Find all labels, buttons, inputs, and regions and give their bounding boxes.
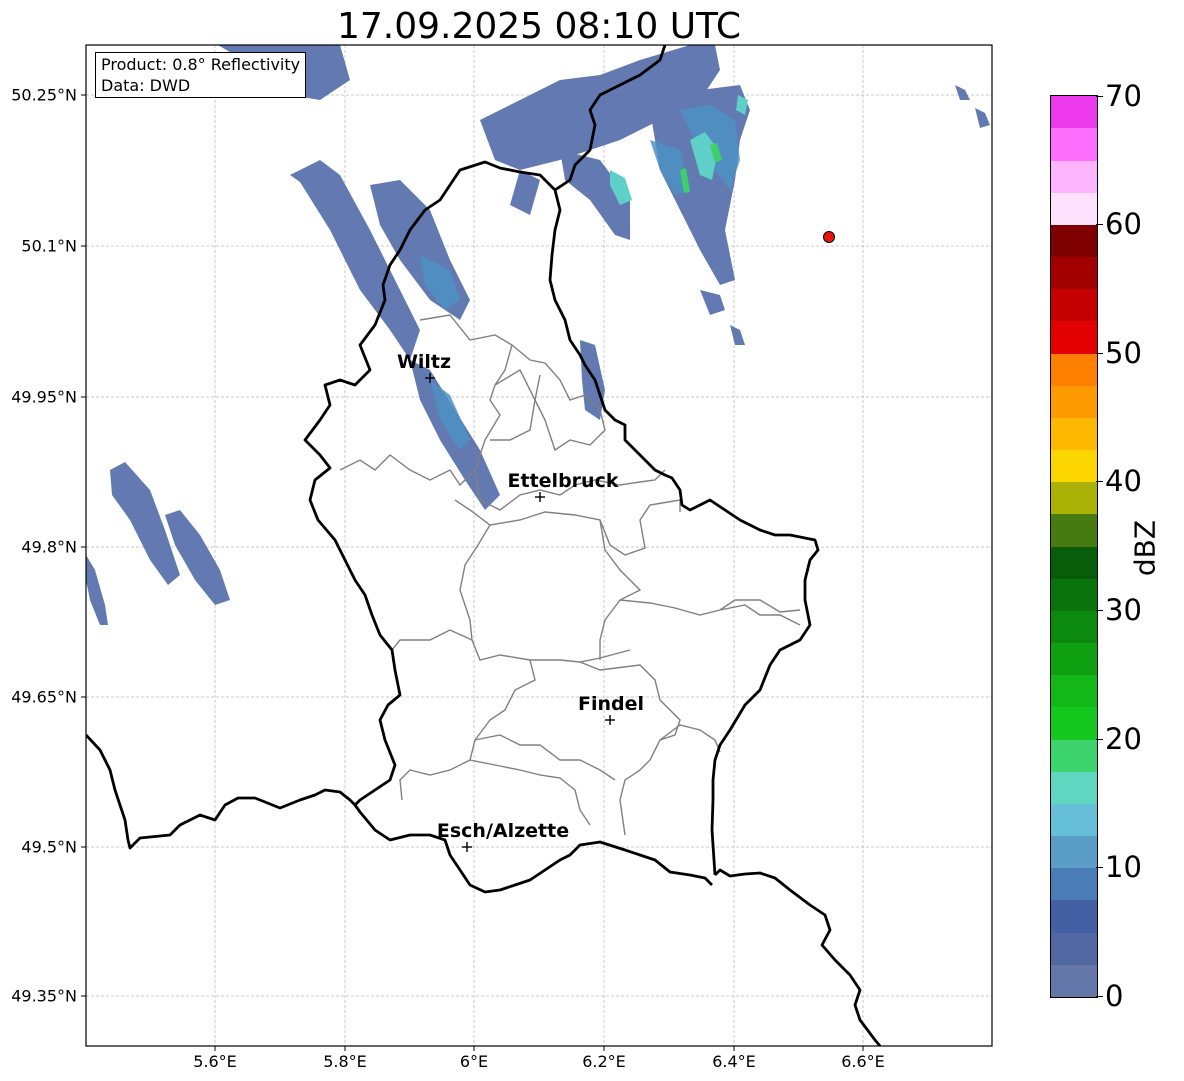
colorbar-segment xyxy=(1051,353,1097,386)
colorbar-segment xyxy=(1051,771,1097,804)
colorbar-segment xyxy=(1051,610,1097,644)
x-tick-label: 6.2°E xyxy=(582,1052,626,1071)
colorbar-segment xyxy=(1051,321,1097,354)
colorbar-tick-label: 30 xyxy=(1105,593,1142,627)
colorbar-tick-label: 50 xyxy=(1105,336,1142,370)
colorbar-segment xyxy=(1051,192,1097,225)
colorbar xyxy=(1050,95,1098,998)
y-tick-label: 50.1°N xyxy=(21,236,77,256)
y-tick-label: 50.25°N xyxy=(11,85,77,105)
colorbar-tick-label: 70 xyxy=(1105,79,1142,113)
colorbar-segment xyxy=(1051,803,1097,837)
city-label-findel: Findel xyxy=(577,693,645,715)
colorbar-segment xyxy=(1051,707,1097,740)
colorbar-segment xyxy=(1051,900,1097,933)
colorbar-tick-label: 0 xyxy=(1105,979,1124,1013)
x-tick-label: 5.6°E xyxy=(193,1052,237,1071)
y-tick-label: 49.35°N xyxy=(11,986,77,1006)
city-label-wiltz: Wiltz xyxy=(396,351,452,373)
colorbar-segment xyxy=(1051,385,1097,418)
data-source-label: Data: DWD xyxy=(101,76,191,95)
colorbar-segment xyxy=(1051,514,1097,547)
colorbar-segment xyxy=(1051,578,1097,611)
x-tick-label: 5.8°E xyxy=(323,1052,367,1071)
colorbar-segment xyxy=(1051,964,1097,997)
product-label: Product: 0.8° Reflectivity xyxy=(101,55,301,74)
radar-echoes xyxy=(86,45,990,625)
y-tick-label: 49.5°N xyxy=(21,837,77,857)
colorbar-segment xyxy=(1051,546,1097,579)
colorbar-segment xyxy=(1051,482,1097,515)
colorbar-tick-label: 40 xyxy=(1105,464,1142,498)
y-tick-label: 49.95°N xyxy=(11,387,77,407)
city-label-ettelbruck: Ettelbruck xyxy=(507,470,619,492)
radar-map xyxy=(81,44,993,1051)
colorbar-label: dBZ xyxy=(1128,519,1162,577)
colorbar-segment xyxy=(1051,739,1097,772)
radar-site-marker xyxy=(823,231,835,243)
colorbar-segment xyxy=(1051,289,1097,322)
colorbar-segment xyxy=(1051,675,1097,708)
city-label-esch-alzette: Esch/Alzette xyxy=(436,820,570,842)
colorbar-segment xyxy=(1051,868,1097,901)
colorbar-tick-label: 10 xyxy=(1105,850,1142,884)
colorbar-segment xyxy=(1051,643,1097,676)
colorbar-segment xyxy=(1051,224,1097,258)
x-tick-label: 6.6°E xyxy=(841,1052,885,1071)
colorbar-tick-label: 20 xyxy=(1105,722,1142,756)
canton-borders xyxy=(339,314,801,836)
colorbar-segment xyxy=(1051,128,1097,161)
colorbar-segment xyxy=(1051,417,1097,451)
colorbar-segment xyxy=(1051,160,1097,193)
x-tick-label: 6.4°E xyxy=(712,1052,756,1071)
y-tick-label: 49.8°N xyxy=(21,537,77,557)
gridlines xyxy=(86,45,992,1046)
colorbar-segment xyxy=(1051,257,1097,290)
colorbar-tick-label: 60 xyxy=(1105,207,1142,241)
x-tick-label: 6°E xyxy=(459,1052,489,1071)
y-tick-label: 49.65°N xyxy=(11,687,77,707)
product-info-box: Product: 0.8° Reflectivity Data: DWD xyxy=(95,52,307,98)
colorbar-segment xyxy=(1051,836,1097,869)
colorbar-segment xyxy=(1051,96,1097,129)
colorbar-segment xyxy=(1051,450,1097,483)
colorbar-segment xyxy=(1051,932,1097,965)
